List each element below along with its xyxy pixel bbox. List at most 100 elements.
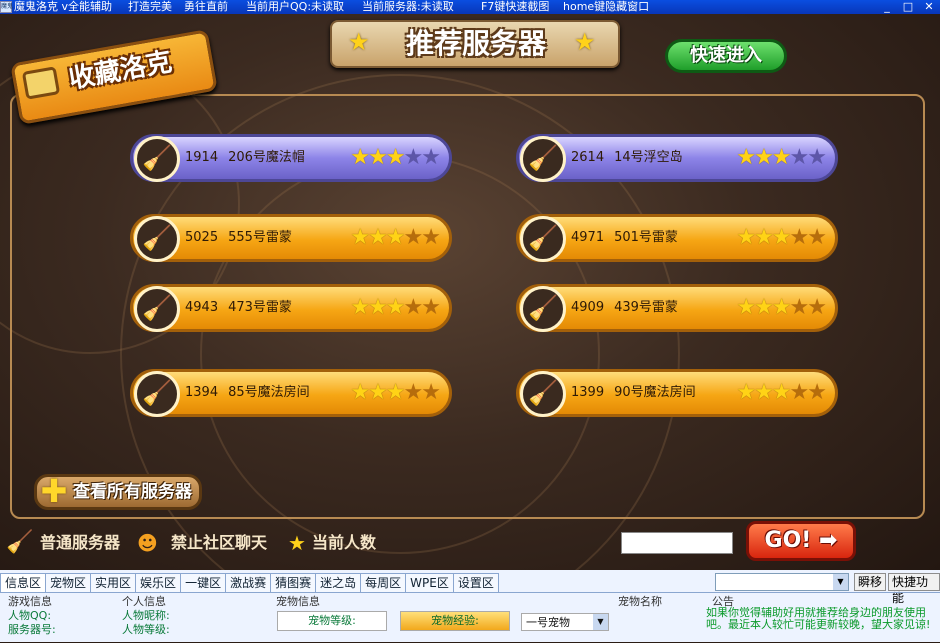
legend-no-chat: 禁止社区聊天 (171, 533, 268, 552)
server-number-input[interactable] (621, 532, 733, 554)
star-icon: ★ (288, 531, 306, 555)
go-label: GO! (764, 528, 812, 553)
close-icon[interactable]: ✕ (922, 0, 936, 13)
treasure-chest-icon (21, 66, 61, 100)
server-id: 4943 (185, 300, 219, 315)
plus-icon: ✚ (40, 472, 68, 510)
server-label: 439号雷蒙 (614, 300, 678, 315)
star-filled-icon: ★ (754, 225, 774, 250)
star-filled-icon: ★ (385, 380, 406, 405)
chevron-down-icon[interactable]: ▼ (833, 574, 848, 590)
server-label: 473号雷蒙 (228, 300, 292, 315)
star-filled-icon: ★ (771, 380, 792, 405)
pet-select[interactable]: 一号宠物 ▼ (521, 613, 609, 631)
rating-stars: ★★★★★ (350, 372, 441, 414)
level-label: 人物等级: (122, 623, 170, 636)
star-empty-icon: ★ (421, 225, 441, 250)
broom-icon: 🧹 (134, 286, 180, 332)
star-filled-icon: ★ (754, 295, 774, 320)
star-empty-icon: ★ (421, 295, 441, 320)
control-panel: 信息区 宠物区 实用区 娱乐区 一键区 激战赛 猜图赛 迷之岛 每周区 WPE区 设置区 ▼ 瞬移 … (0, 570, 940, 642)
star-empty-icon: ★ (807, 145, 827, 170)
tab-9[interactable]: 每周区 (360, 573, 407, 593)
pet-exp-box: 宠物经验: (400, 611, 510, 631)
announcement-text: 如果你觉得辅助好用就推荐给身边的朋友使用吧。最近本人较忙可能更新较晚，望大家见谅… (706, 607, 931, 631)
star-empty-icon: ★ (807, 295, 827, 320)
window-titlebar: 魔鬼 魔鬼洛克 v全能辅助 打造完美 勇往直前 当前用户QQ:未读取 当前服务器… (0, 0, 940, 14)
personal-info-group: 个人信息 人物昵称: 人物等级: (122, 595, 268, 637)
star-empty-icon: ★ (789, 145, 810, 170)
tab-6[interactable]: 激战赛 (225, 573, 272, 593)
broom-icon: 🧹 (134, 371, 180, 417)
instant-move-button[interactable]: 瞬移 (854, 573, 887, 591)
broom-icon: 🧹 (520, 371, 566, 417)
tab-2[interactable]: 宠物区 (45, 573, 92, 593)
server-id: 4909 (571, 300, 605, 315)
tab-content-info: 游戏信息 人物QQ: 服务器号: 个人信息 人物昵称: 人物等级: 宠物信息 宠… (0, 592, 940, 642)
tab-10[interactable]: WPE区 (405, 573, 454, 593)
server-label: 服务器号: (8, 623, 56, 636)
rating-stars: ★★★★★ (350, 217, 441, 259)
server-button-5025[interactable]: 🧹 5025 555号雷蒙 ★★★★★ (130, 214, 452, 262)
server-label: 14号浮空岛 (614, 150, 683, 165)
star-filled-icon: ★ (771, 295, 792, 320)
server-button-4943[interactable]: 🧹 4943 473号雷蒙 ★★★★★ (130, 284, 452, 332)
star-filled-icon: ★ (350, 225, 370, 250)
star-empty-icon: ★ (403, 380, 424, 405)
tab-8[interactable]: 迷之岛 (315, 573, 362, 593)
server-id: 1394 (185, 385, 219, 400)
server-button-1394[interactable]: 🧹 1394 85号魔法房间 ★★★★★ (130, 369, 452, 417)
broom-icon: 🧹 (520, 136, 566, 182)
server-id: 5025 (185, 230, 219, 245)
star-filled-icon: ★ (368, 225, 388, 250)
minimize-button[interactable]: _ (880, 0, 894, 13)
server-name: 1399 90号魔法房间 (571, 372, 696, 414)
function-combo[interactable]: ▼ (715, 573, 849, 591)
star-filled-icon: ★ (385, 145, 406, 170)
broom-icon: 🧹 (134, 216, 180, 262)
star-empty-icon: ★ (807, 225, 827, 250)
pet-info-title: 宠物信息 (276, 595, 320, 608)
tab-1[interactable]: 信息区 (0, 573, 47, 593)
go-button[interactable]: GO! ➡ (746, 521, 856, 561)
title-slogan-1: 打造完美 (128, 0, 172, 13)
quick-enter-button[interactable]: 快速进入 (665, 39, 787, 73)
rating-stars: ★★★★★ (350, 287, 441, 329)
server-name: 2614 14号浮空岛 (571, 137, 683, 179)
tab-7[interactable]: 猜图赛 (270, 573, 317, 593)
chevron-down-icon[interactable]: ▼ (593, 614, 608, 630)
server-id: 1399 (571, 385, 605, 400)
legend-normal-server: 普通服务器 (40, 533, 121, 552)
title-f7-hint: F7键快速截图 (481, 0, 550, 13)
server-id: 1914 (185, 150, 219, 165)
star-empty-icon: ★ (789, 380, 810, 405)
server-button-1399[interactable]: 🧹 1399 90号魔法房间 ★★★★★ (516, 369, 838, 417)
star-empty-icon: ★ (789, 225, 810, 250)
broom-icon: 🧹 (520, 286, 566, 332)
maximize-button[interactable]: □ (901, 0, 915, 13)
server-name: 1394 85号魔法房间 (185, 372, 310, 414)
rating-stars: ★★★★★ (736, 137, 827, 179)
star-filled-icon: ★ (385, 295, 406, 320)
pet-level-box: 宠物等级: (277, 611, 387, 631)
tab-5[interactable]: 一键区 (180, 573, 227, 593)
server-button-1914[interactable]: 🧹 1914 206号魔法帽 ★★★★★ (130, 134, 452, 182)
server-button-2614[interactable]: 🧹 2614 14号浮空岛 ★★★★★ (516, 134, 838, 182)
quick-functions-button[interactable]: 快捷功能 (888, 573, 940, 605)
arrow-right-icon: ➡ (819, 528, 838, 553)
rating-stars: ★★★★★ (736, 217, 827, 259)
nickname-label: 人物昵称: (122, 609, 170, 622)
game-info-group: 游戏信息 人物QQ: 服务器号: (8, 595, 114, 637)
server-label: 206号魔法帽 (228, 150, 305, 165)
star-filled-icon: ★ (350, 380, 370, 405)
star-filled-icon: ★ (368, 380, 388, 405)
tab-3[interactable]: 实用区 (90, 573, 137, 593)
legend-current-count: 当前人数 (312, 533, 377, 552)
tab-11[interactable]: 设置区 (452, 573, 499, 593)
server-button-4971[interactable]: 🧹 4971 501号雷蒙 ★★★★★ (516, 214, 838, 262)
header-star-icon-right: ★ (574, 28, 596, 56)
server-button-4909[interactable]: 🧹 4909 439号雷蒙 ★★★★★ (516, 284, 838, 332)
pet-select-value: 一号宠物 (526, 616, 570, 629)
tab-4[interactable]: 娱乐区 (135, 573, 182, 593)
server-name: 4971 501号雷蒙 (571, 217, 678, 259)
